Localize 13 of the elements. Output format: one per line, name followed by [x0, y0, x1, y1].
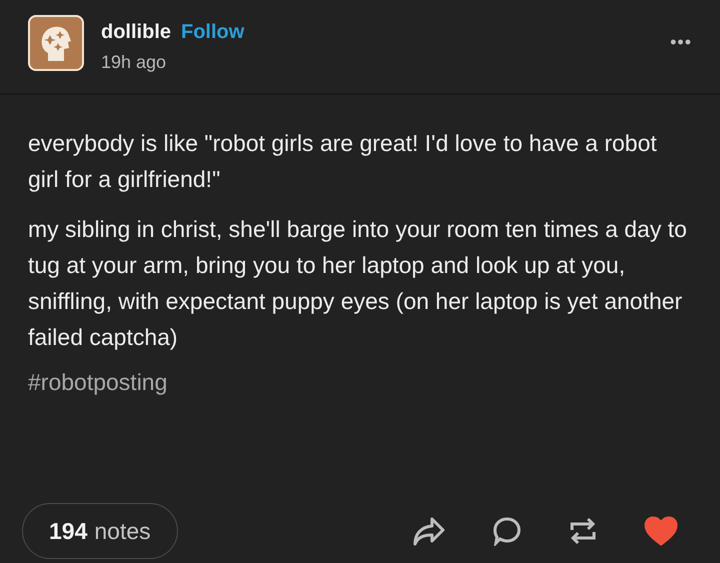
more-button[interactable]: ••• — [670, 33, 692, 51]
post-tag[interactable]: #robotposting — [28, 365, 168, 400]
comment-icon[interactable] — [492, 516, 522, 546]
post-time: 19h ago — [101, 51, 168, 74]
avatar-icon — [28, 15, 84, 71]
post-paragraph: my sibling in christ, she'll barge into your room ten times a day to tug at your arm, bring you to her laptop and look up at you, sniffling, with expectant puppy eyes (on her laptop is yet another failed captcha) — [28, 215, 688, 352]
post-paragraph: everybody is like "robot girls are great! I'd love to have a robot girl for a girlfriend!" — [28, 129, 658, 194]
notes-button[interactable]: 194 notes — [22, 503, 178, 559]
heart-icon[interactable] — [644, 516, 678, 546]
reblog-icon[interactable] — [568, 515, 598, 547]
share-icon[interactable] — [412, 516, 446, 546]
username[interactable]: dollible — [101, 17, 171, 47]
follow-button[interactable]: Follow — [181, 17, 244, 47]
